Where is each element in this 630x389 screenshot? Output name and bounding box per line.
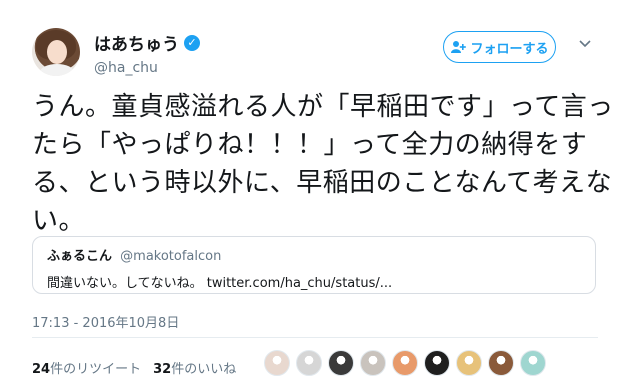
quoted-tweet-header: ふぁるこん @makotofalcon — [47, 245, 581, 264]
user-handle[interactable]: @ha_chu — [94, 60, 200, 76]
avatar-face — [47, 40, 67, 64]
follow-user-icon — [451, 41, 467, 53]
user-header: はあちゅう ✓ @ha_chu — [94, 30, 200, 76]
quoted-user-name: ふぁるこん — [47, 249, 113, 264]
tweet-stats: 24件のリツイート 32件のいいね — [32, 358, 236, 377]
liker-6-avatar[interactable] — [424, 350, 450, 376]
retweets-count: 24 — [32, 362, 51, 377]
retweets-stat[interactable]: 24件のリツイート — [32, 358, 141, 377]
tweet-text: うん。童貞感溢れる人が「早稲田です」って言ったら「やっぱりね！！！」って全力の納… — [32, 92, 614, 236]
liker-1-avatar[interactable] — [264, 350, 290, 376]
verified-badge-icon: ✓ — [184, 34, 200, 51]
liker-4-avatar[interactable] — [360, 350, 386, 376]
liker-3-avatar[interactable] — [328, 350, 354, 376]
display-name[interactable]: はあちゅう — [94, 30, 179, 55]
follow-button-label: フォローする — [470, 41, 549, 57]
quoted-tweet-text: 間違いない。してないね。 twitter.com/ha_chu/status/.… — [47, 276, 393, 291]
tweet-timestamp[interactable]: 17:13 - 2016年10月8日 — [32, 312, 179, 331]
chevron-down-icon[interactable] — [578, 36, 592, 50]
liker-7-avatar[interactable] — [456, 350, 482, 376]
likes-stat[interactable]: 32件のいいね — [153, 358, 236, 377]
divider — [32, 337, 598, 338]
liker-2-avatar[interactable] — [296, 350, 322, 376]
quoted-tweet[interactable]: ふぁるこん @makotofalcon 間違いない。してないね。 twitter… — [32, 236, 596, 294]
retweets-label: 件のリツイート — [50, 362, 142, 377]
avatar-body — [40, 64, 74, 76]
follow-button[interactable]: フォローする — [443, 31, 556, 63]
user-avatar[interactable] — [32, 28, 80, 76]
display-name-row[interactable]: はあちゅう ✓ — [94, 30, 200, 55]
likes-count: 32 — [153, 362, 172, 377]
liker-9-avatar[interactable] — [520, 350, 546, 376]
liker-8-avatar[interactable] — [488, 350, 514, 376]
liker-avatars — [264, 350, 546, 376]
quoted-user-handle: @makotofalcon — [120, 249, 222, 264]
likes-label: 件のいいね — [171, 362, 237, 377]
liker-5-avatar[interactable] — [392, 350, 418, 376]
